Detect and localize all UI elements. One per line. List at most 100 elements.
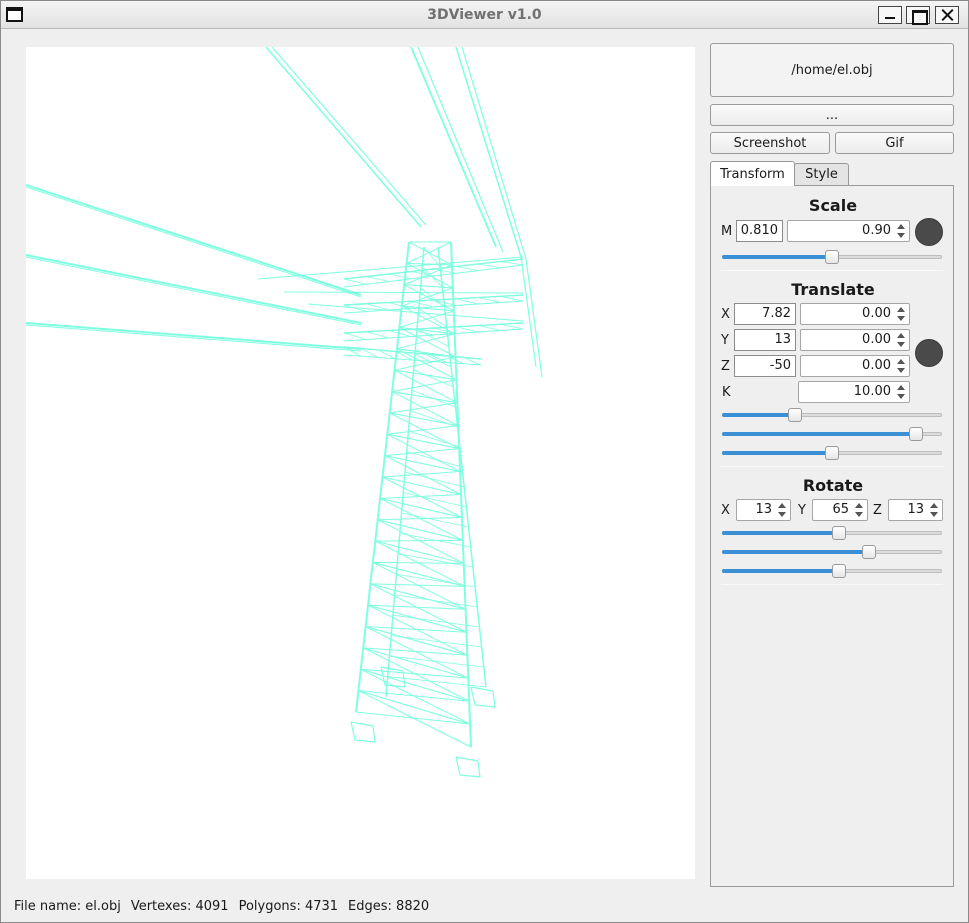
title-bar[interactable]: 3DViewer v1.0	[1, 1, 968, 29]
wire-edge	[257, 256, 524, 280]
wire-edge	[455, 266, 479, 271]
gif-button[interactable]: Gif	[835, 132, 954, 154]
wire-edge	[375, 540, 464, 564]
slider-handle[interactable]	[831, 564, 846, 578]
rotate-y-label: Y	[798, 503, 806, 518]
wire-edge	[375, 539, 463, 542]
spin-arrows-icon[interactable]	[895, 332, 907, 348]
translate-y-spinbox[interactable]: 0.00	[800, 329, 910, 351]
maximize-button[interactable]	[906, 6, 930, 25]
close-button[interactable]	[935, 6, 959, 24]
scale-color-dot[interactable]	[915, 218, 943, 246]
spin-arrows-icon[interactable]	[895, 384, 907, 400]
wire-edge	[370, 583, 465, 587]
wire-edge	[478, 325, 501, 331]
wire-edge	[26, 184, 362, 296]
wire-edge	[478, 297, 501, 303]
translate-y-field[interactable]: 13	[734, 329, 796, 351]
spin-arrows-icon[interactable]	[776, 502, 788, 518]
spin-arrows-icon[interactable]	[895, 306, 907, 322]
spin-arrows-icon[interactable]	[928, 502, 940, 518]
slider-handle[interactable]	[831, 526, 846, 540]
wire-edge	[388, 273, 412, 280]
spin-arrows-icon[interactable]	[895, 358, 907, 374]
tab-transform[interactable]: Transform	[710, 161, 795, 186]
wire-edge	[392, 379, 457, 393]
wire-edge	[461, 47, 527, 260]
wire-edge	[477, 760, 481, 778]
status-bar: File name: el.obj Vertexes: 4091 Polygons:…	[14, 899, 439, 914]
wire-edge	[478, 263, 501, 269]
translate-z-spinbox[interactable]: 0.00	[800, 355, 910, 377]
slider-fill	[722, 432, 916, 436]
wire-edge	[365, 626, 467, 633]
wire-edge	[26, 324, 362, 352]
wire-edge	[500, 261, 524, 266]
wire-edge	[384, 448, 460, 457]
wire-edge	[355, 711, 471, 725]
wire-edge	[377, 519, 464, 564]
rotate-z-spinbox[interactable]: 13	[888, 499, 943, 521]
minimize-button[interactable]	[878, 6, 902, 24]
file-path-button[interactable]: /home/el.obj	[710, 43, 954, 97]
wire-edge	[410, 47, 497, 248]
translate-z-field[interactable]: -50	[734, 355, 796, 377]
wire-edge	[343, 332, 367, 340]
wire-edge	[470, 686, 494, 692]
wire-edge	[26, 322, 362, 350]
scale-slider[interactable]	[722, 249, 942, 265]
wire-edge	[387, 433, 460, 450]
translate-x-spinbox[interactable]: 0.00	[800, 303, 910, 325]
wire-edge	[382, 476, 462, 496]
wire-edge	[401, 512, 469, 528]
wire-edge	[366, 331, 389, 339]
wire-edge	[370, 583, 467, 633]
wire-edge	[500, 295, 524, 302]
wire-edge	[404, 284, 453, 289]
wire-edge	[387, 425, 459, 435]
scale-m-field[interactable]: 0.810	[736, 220, 783, 242]
spin-arrows-icon[interactable]	[853, 502, 865, 518]
wire-edge	[470, 686, 476, 706]
rotate-y-slider[interactable]	[722, 544, 942, 560]
wire-edge	[525, 258, 543, 378]
wire-edge	[417, 47, 504, 253]
screenshot-button[interactable]: Screenshot	[710, 132, 830, 154]
slider-fill	[722, 451, 832, 455]
translate-x-field[interactable]: 7.82	[734, 303, 796, 325]
scale-spinbox[interactable]: 0.90	[787, 220, 910, 242]
wire-edge	[500, 323, 524, 330]
wire-edge	[404, 471, 465, 488]
wire-edge	[389, 655, 484, 668]
slider-handle[interactable]	[825, 250, 839, 264]
slider-fill	[722, 413, 795, 417]
wire-edge	[271, 47, 427, 226]
translate-z-spin-value: 0.00	[862, 358, 891, 373]
slider-handle[interactable]	[825, 446, 839, 460]
tab-style[interactable]: Style	[794, 163, 849, 185]
wire-edge	[372, 725, 376, 743]
slider-handle[interactable]	[908, 427, 923, 441]
wire-edge	[388, 302, 412, 309]
wire-edge	[354, 739, 376, 743]
rotate-x-spinbox[interactable]: 13	[736, 499, 791, 521]
slider-handle[interactable]	[862, 545, 877, 559]
translate-color-dot[interactable]	[915, 339, 943, 367]
rotate-z-slider[interactable]	[722, 563, 942, 579]
translate-k-spinbox[interactable]: 10.00	[798, 381, 910, 403]
slider-handle[interactable]	[787, 408, 802, 422]
slider-fill	[722, 550, 870, 554]
wire-edge	[396, 333, 455, 350]
browse-button[interactable]: ...	[710, 104, 954, 126]
wire-edge	[455, 298, 479, 305]
rotate-y-spinbox[interactable]: 65	[812, 499, 868, 521]
translate-k-label: K	[722, 385, 731, 400]
spin-arrows-icon[interactable]	[895, 223, 907, 239]
model-viewport[interactable]	[26, 47, 695, 879]
rotate-x-slider[interactable]	[722, 525, 942, 541]
translate-z-slider[interactable]	[722, 445, 942, 461]
wire-edge	[492, 690, 496, 708]
divider	[721, 584, 943, 585]
translate-y-slider[interactable]	[722, 426, 942, 442]
translate-x-slider[interactable]	[722, 407, 942, 423]
